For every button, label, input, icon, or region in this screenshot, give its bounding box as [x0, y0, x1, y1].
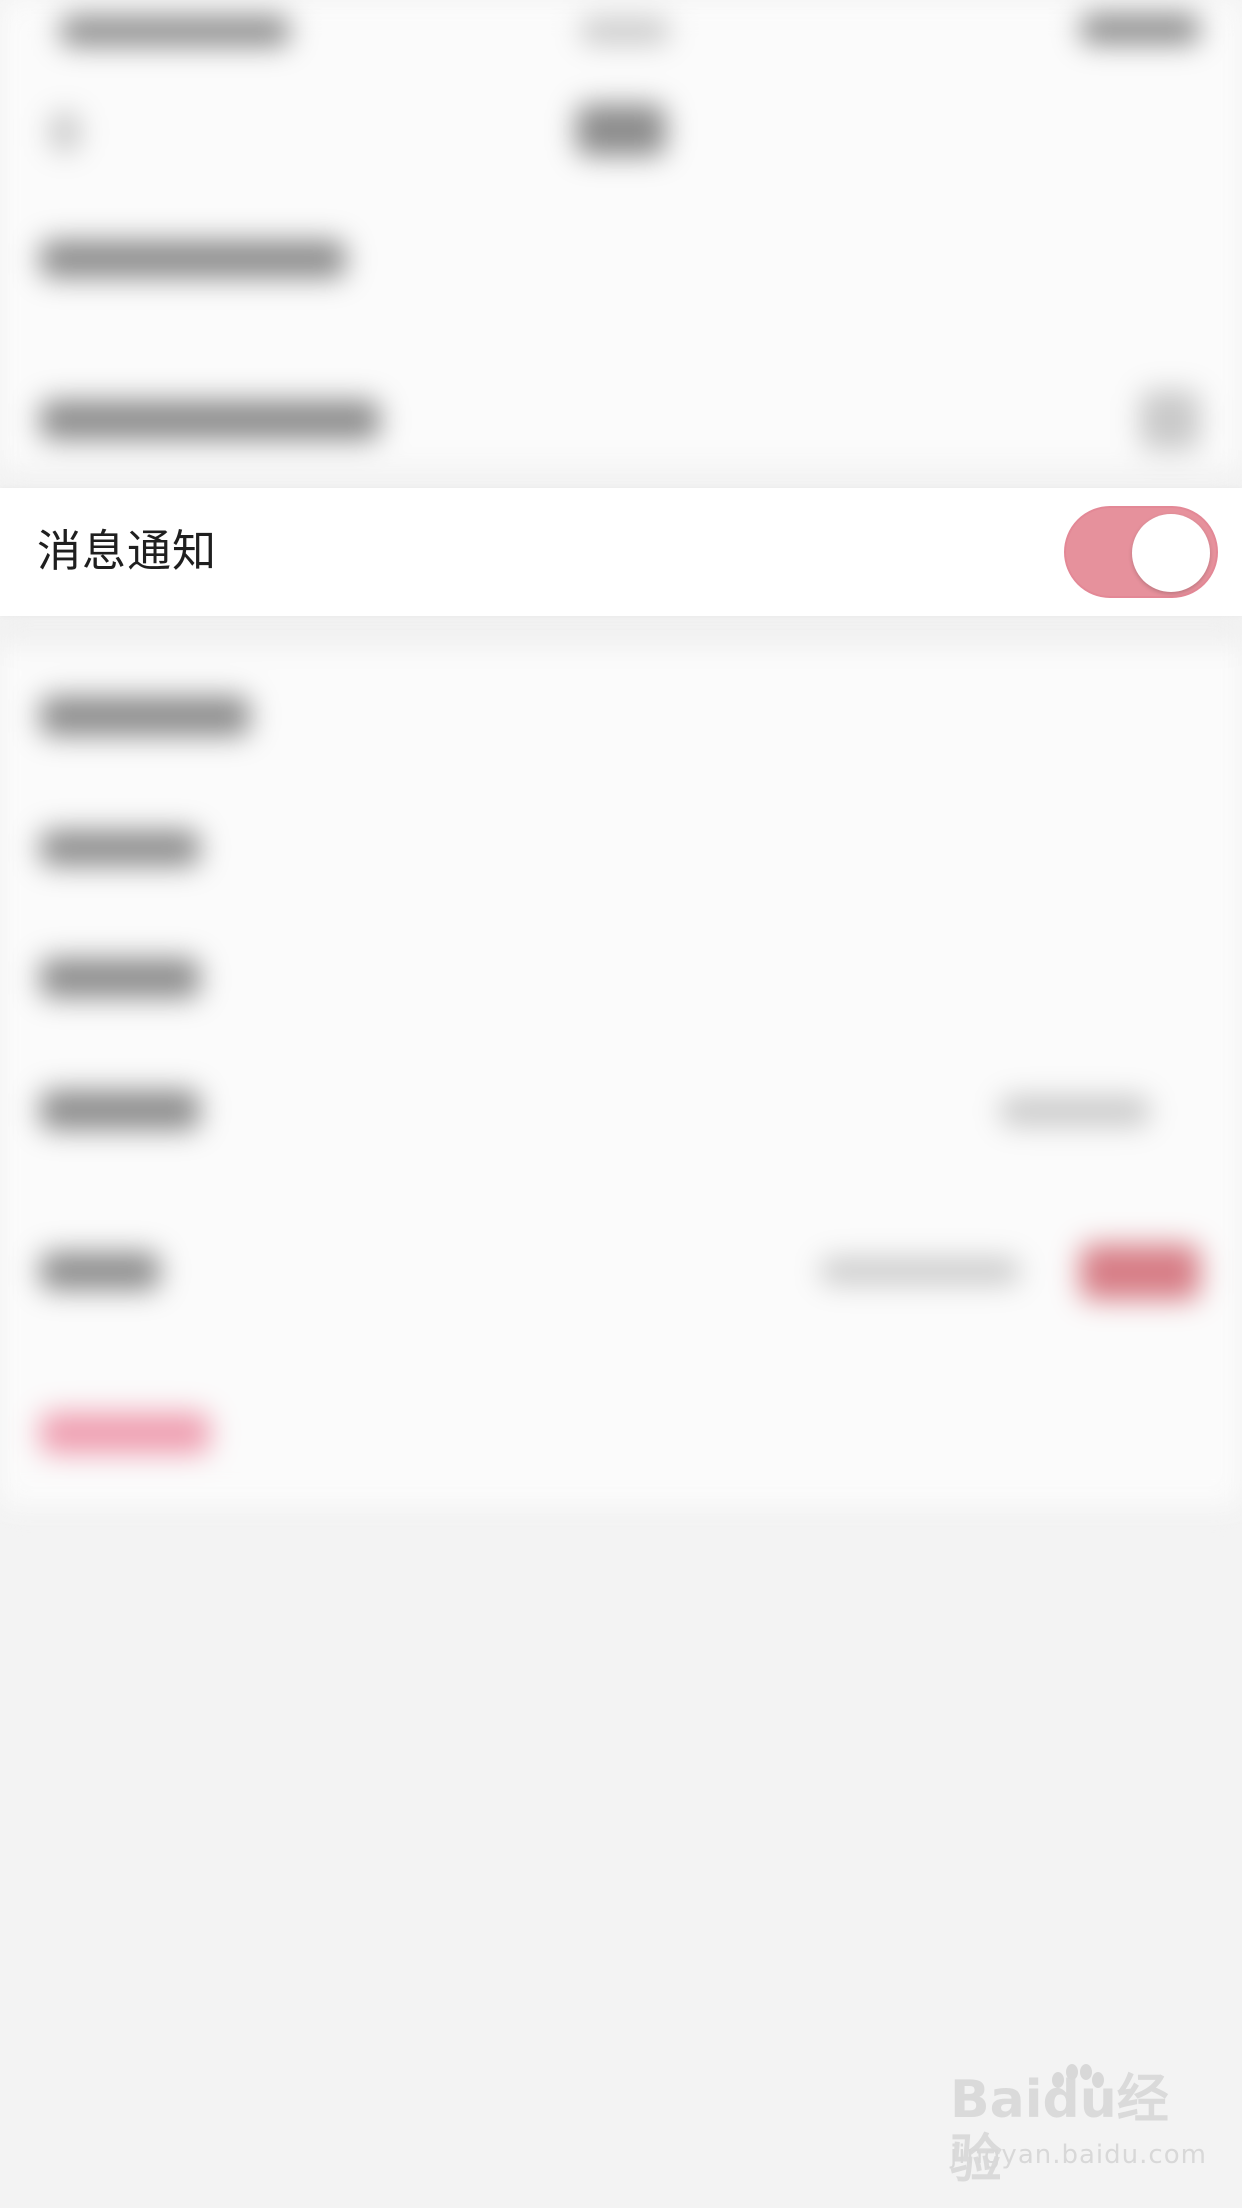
- blurred-row-label: [40, 958, 200, 998]
- blurred-row-label: [40, 400, 380, 440]
- blurred-row-badge: [1080, 1244, 1200, 1300]
- baidu-paw-icon: [1052, 2064, 1104, 2088]
- blurred-status-right: [1080, 14, 1200, 44]
- blurred-top-section: [0, 0, 1242, 470]
- blurred-row-label: [40, 1252, 160, 1290]
- blurred-row-label: [40, 1090, 200, 1130]
- blurred-row-value: [1000, 1096, 1150, 1126]
- blurred-row-label: [40, 830, 200, 866]
- blurred-nav-title: [576, 104, 666, 156]
- blurred-row-label: [40, 240, 346, 278]
- blurred-row-label: [40, 696, 250, 736]
- blurred-row-value: [820, 1258, 1020, 1284]
- blurred-divider: [0, 470, 1242, 488]
- baidu-jingyan-watermark: Baidu经验 jingyan.baidu.com: [950, 2064, 1206, 2190]
- blurred-status-left: [60, 16, 290, 46]
- blurred-background: [0, 0, 1242, 2208]
- toggle-knob: [1132, 514, 1210, 592]
- blurred-row-icon: [1140, 390, 1200, 450]
- message-notification-row: 消息通知: [0, 488, 1242, 616]
- message-notification-label: 消息通知: [37, 526, 217, 577]
- watermark-url: jingyan.baidu.com: [950, 2140, 1207, 2170]
- blurred-back-icon: [50, 112, 80, 152]
- blurred-divider: [0, 616, 1242, 646]
- message-notification-toggle[interactable]: [1064, 506, 1218, 598]
- blurred-pink-link: [40, 1412, 210, 1454]
- blurred-middle-section: [0, 646, 1242, 1506]
- blurred-status-center: [580, 18, 670, 44]
